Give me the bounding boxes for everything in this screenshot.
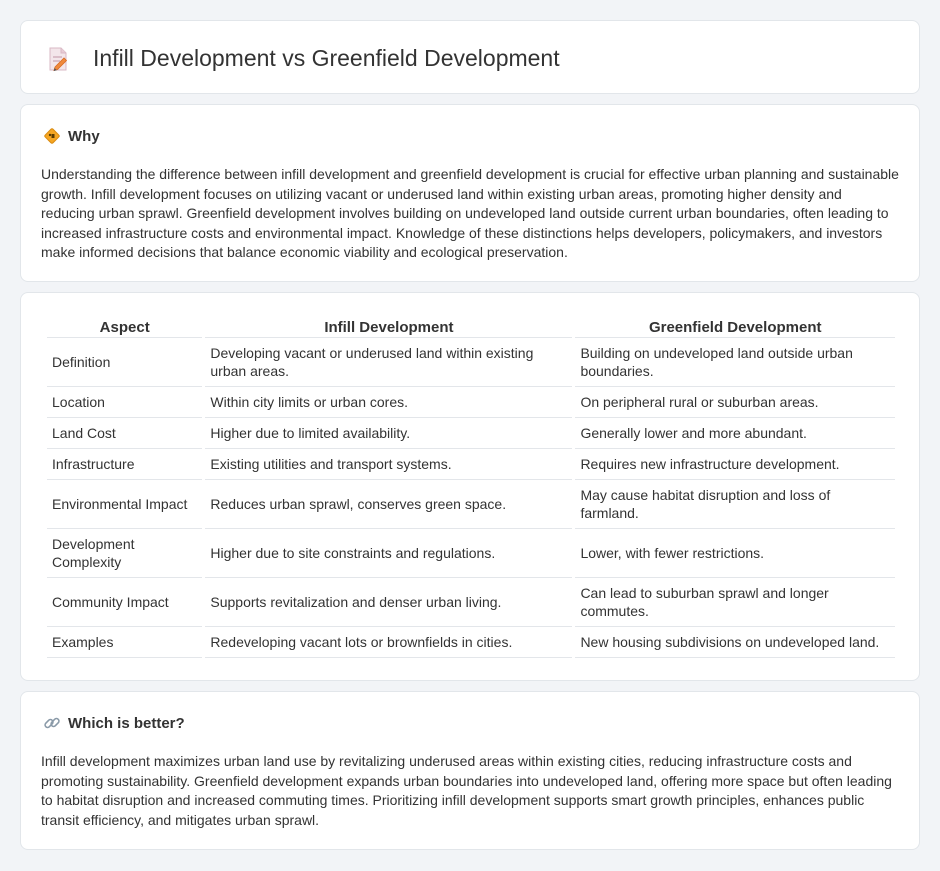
row-infill: Existing utilities and transport systems…	[205, 449, 573, 480]
document-pencil-icon	[49, 47, 68, 71]
row-aspect: Environmental Impact	[47, 480, 203, 529]
row-aspect: Definition	[47, 338, 203, 387]
row-greenfield: May cause habitat disruption and loss of…	[575, 480, 895, 529]
comparison-table: Aspect Infill Development Greenfield Dev…	[44, 317, 898, 658]
row-greenfield: On peripheral rural or suburban areas.	[575, 387, 895, 418]
row-greenfield: Building on undeveloped land outside urb…	[575, 338, 895, 387]
table-row: Environmental Impact Reduces urban spraw…	[47, 480, 895, 529]
row-infill: Reduces urban sprawl, conserves green sp…	[205, 480, 573, 529]
comparison-section: Aspect Infill Development Greenfield Dev…	[20, 292, 920, 681]
row-infill: Supports revitalization and denser urban…	[205, 578, 573, 627]
row-aspect: Examples	[47, 627, 203, 658]
table-header-row: Aspect Infill Development Greenfield Dev…	[47, 317, 895, 338]
row-infill: Within city limits or urban cores.	[205, 387, 573, 418]
why-text: Understanding the difference between inf…	[41, 166, 899, 261]
row-infill: Higher due to limited availability.	[205, 418, 573, 449]
which-is-better-section: Which is better? Infill development maxi…	[20, 691, 920, 850]
which-is-better-text: Infill development maximizes urban land …	[41, 753, 892, 828]
row-aspect: Land Cost	[47, 418, 203, 449]
row-greenfield: Generally lower and more abundant.	[575, 418, 895, 449]
table-row: Development Complexity Higher due to sit…	[47, 529, 895, 578]
table-row: Infrastructure Existing utilities and tr…	[47, 449, 895, 480]
which-is-better-title: Which is better?	[68, 714, 185, 732]
table-row: Land Cost Higher due to limited availabi…	[47, 418, 895, 449]
header-greenfield: Greenfield Development	[575, 317, 895, 338]
row-aspect: Infrastructure	[47, 449, 203, 480]
row-greenfield: New housing subdivisions on undeveloped …	[575, 627, 895, 658]
row-greenfield: Can lead to suburban sprawl and longer c…	[575, 578, 895, 627]
row-aspect: Development Complexity	[47, 529, 203, 578]
row-greenfield: Requires new infrastructure development.	[575, 449, 895, 480]
row-greenfield: Lower, with fewer restrictions.	[575, 529, 895, 578]
page-title: Infill Development vs Greenfield Develop…	[93, 45, 560, 71]
table-row: Definition Developing vacant or underuse…	[47, 338, 895, 387]
why-title: Why	[68, 127, 100, 145]
table-row: Community Impact Supports revitalization…	[47, 578, 895, 627]
table-row: Location Within city limits or urban cor…	[47, 387, 895, 418]
header-aspect: Aspect	[47, 317, 203, 338]
row-infill: Higher due to site constraints and regul…	[205, 529, 573, 578]
header-infill: Infill Development	[205, 317, 573, 338]
diamond-sign-icon	[44, 128, 60, 144]
link-icon	[44, 717, 60, 729]
row-aspect: Community Impact	[47, 578, 203, 627]
table-row: Examples Redeveloping vacant lots or bro…	[47, 627, 895, 658]
header-card: Infill Development vs Greenfield Develop…	[20, 20, 920, 94]
row-infill: Developing vacant or underused land with…	[205, 338, 573, 387]
row-aspect: Location	[47, 387, 203, 418]
why-section: Why Understanding the difference between…	[20, 104, 920, 282]
row-infill: Redeveloping vacant lots or brownfields …	[205, 627, 573, 658]
